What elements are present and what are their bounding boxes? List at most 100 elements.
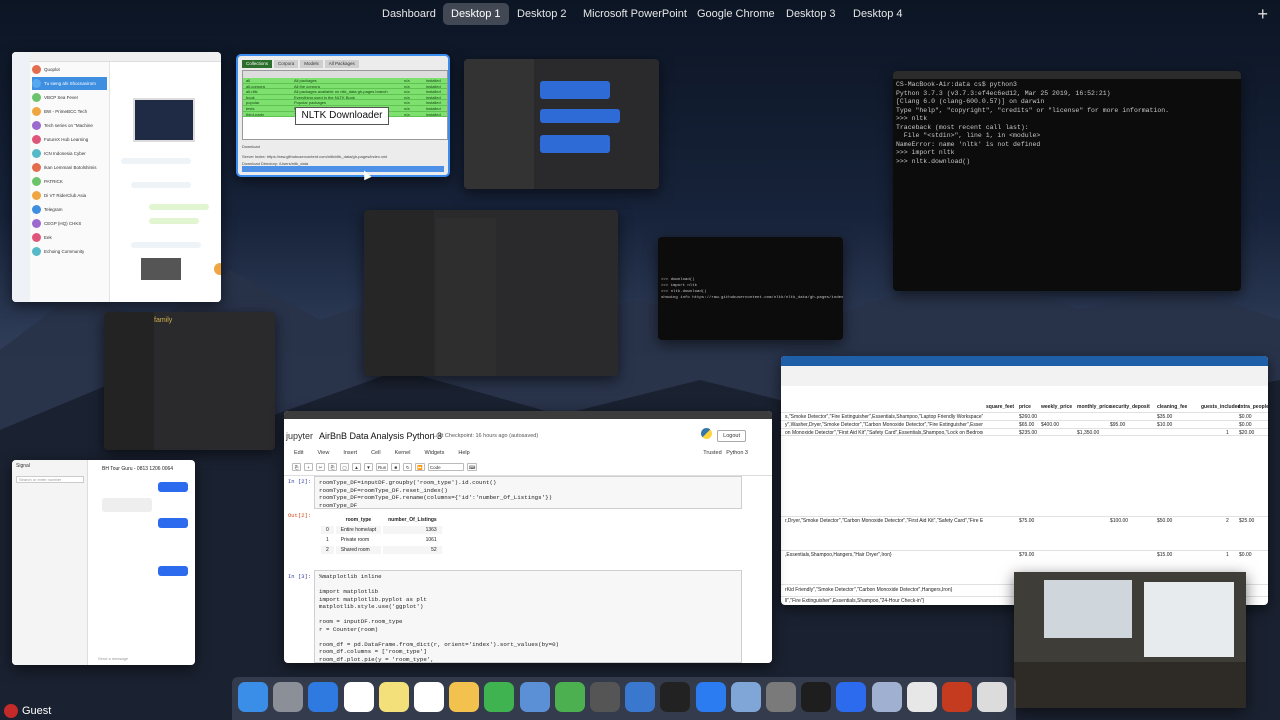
cell-type-select[interactable]: Code [427, 463, 464, 471]
safari-icon[interactable] [308, 682, 339, 712]
space-microsoft-powerpoint[interactable]: Microsoft PowerPoint [575, 3, 695, 25]
numbers-icon[interactable] [554, 682, 585, 712]
messages-icon[interactable] [484, 682, 515, 712]
table-cell[interactable]: $0.00 [1239, 414, 1252, 420]
list-item[interactable]: VBCP Sea Fever [32, 91, 107, 104]
list-item[interactable]: PATRICK [32, 175, 107, 188]
table-cell[interactable]: rKid Friendly","Smoke Detector","Carbon … [785, 587, 983, 593]
add-space-button[interactable]: + [1257, 5, 1268, 23]
table-cell[interactable]: 1 [1226, 552, 1229, 558]
add-cell-button[interactable]: + [304, 463, 313, 471]
launchpad-icon[interactable] [273, 682, 304, 712]
app-store-icon[interactable] [695, 682, 726, 712]
list-item[interactable]: Tech series on "Machine [32, 119, 107, 132]
menu-edit[interactable]: Edit [294, 450, 303, 456]
small-terminal-window[interactable]: >>> download() >>> import nltk >>> nltk.… [658, 237, 843, 340]
powerpoint-icon[interactable] [942, 682, 972, 712]
list-item[interactable]: Tu sieng ahi Shocnavirom [32, 77, 107, 90]
system-preferences-icon[interactable] [766, 682, 796, 712]
signal-search-input[interactable]: Search or enter number [16, 476, 84, 483]
column-header[interactable]: monthly_price [1077, 404, 1111, 410]
unknown-icon[interactable] [730, 682, 761, 712]
server-index-field[interactable]: Server Index: https://raw.githubusercont… [242, 154, 444, 160]
stop-button[interactable]: ■ [391, 463, 401, 471]
keynote-icon[interactable] [519, 682, 550, 712]
save-button[interactable]: ⎘ [292, 463, 301, 471]
menu-help[interactable]: Help [458, 450, 469, 456]
reminders-icon[interactable] [414, 682, 444, 712]
space-desktop-4[interactable]: Desktop 4 [845, 3, 911, 25]
download-button[interactable]: Download [242, 144, 444, 150]
table-cell[interactable]: on Monoxide Detector","First Aid Kit","S… [785, 430, 983, 436]
table-cell[interactable]: $0.00 [1239, 552, 1252, 558]
terminal-icon[interactable] [801, 682, 832, 712]
finder-icon[interactable] [238, 682, 268, 712]
nltk-package-table[interactable]: Identifier Name Size Status all All packa… [242, 70, 448, 140]
signal-window[interactable]: Signal Search or enter number BH Tour Gu… [12, 460, 195, 665]
table-cell[interactable]: $400.00 [1041, 422, 1059, 428]
column-header[interactable]: weekly_price [1041, 404, 1072, 410]
notes-icon[interactable] [378, 682, 409, 712]
tab-models[interactable]: Models [300, 60, 323, 68]
rocket-icon[interactable] [871, 682, 902, 712]
messages-window[interactable] [464, 59, 659, 189]
google-chrome-icon[interactable] [906, 682, 937, 712]
code-cell[interactable]: roomType_DF=inputDF.groupby('room_type')… [314, 476, 742, 509]
column-header[interactable]: price [1019, 404, 1031, 410]
list-item[interactable]: FutureX Hub Learning [32, 133, 107, 146]
list-item[interactable]: Telegram [32, 203, 107, 216]
family-notes-window[interactable]: family [104, 312, 275, 450]
table-cell[interactable]: $1,350.00 [1077, 430, 1099, 436]
signal-icon[interactable] [836, 682, 867, 712]
table-cell[interactable]: $75.00 [1019, 518, 1034, 524]
column-header[interactable]: square_feet [986, 404, 1014, 410]
calendar-icon[interactable] [343, 682, 374, 712]
space-desktop-1[interactable]: Desktop 1 [443, 3, 509, 25]
table-cell[interactable]: ,Essentials,Shampoo,Hangers,"Hair Dryer"… [785, 552, 983, 558]
run-button[interactable]: Run [376, 463, 389, 471]
menu-view[interactable]: View [317, 450, 329, 456]
table-cell[interactable]: $260.00 [1019, 414, 1037, 420]
cut-button[interactable]: ✂ [316, 463, 325, 471]
list-item[interactable]: Echoing Community [32, 245, 107, 258]
telegram-window[interactable]: Quoplot Tu sieng ahi Shocnavirom VBCP Se… [12, 52, 221, 302]
list-item[interactable]: Ikan Lemmani Botolshimis [32, 161, 107, 174]
table-cell[interactable]: ll","Fire Extinguisher",Essentials,Shamp… [785, 598, 983, 604]
guest-user[interactable]: Guest [0, 702, 51, 720]
documents-icon[interactable] [977, 682, 1008, 712]
list-item[interactable]: ICN Indonesia Cyber [32, 147, 107, 160]
table-cell[interactable]: $10.00 [1157, 422, 1172, 428]
column-header[interactable]: extra_people [1238, 404, 1268, 410]
jupyter-notebook-window[interactable]: jupyter AirBnB Data Analysis Python 3 La… [284, 411, 772, 663]
menu-insert[interactable]: Insert [343, 450, 357, 456]
move-down-button[interactable]: ▼ [364, 463, 373, 471]
list-item[interactable]: Di VT RiderClub Asia [32, 189, 107, 202]
menu-widgets[interactable]: Widgets [424, 450, 444, 456]
list-item[interactable]: Eek [32, 231, 107, 244]
code-cell[interactable]: %matplotlib inline import matplotlib imp… [314, 570, 742, 663]
table-cell[interactable]: 1 [1226, 430, 1229, 436]
column-header[interactable]: guests_included [1201, 404, 1240, 410]
table-cell[interactable]: s,"Smoke Detector","Fire Extinguisher",E… [785, 414, 983, 420]
space-desktop-2[interactable]: Desktop 2 [509, 3, 575, 25]
nltk-downloader-window[interactable]: Collections Corpora Models All Packages … [236, 54, 450, 177]
table-cell[interactable]: $0.00 [1239, 422, 1252, 428]
mission-control-icon[interactable] [590, 682, 620, 712]
python-terminal-window[interactable]: CS-MacBook-Air:data cs$ python3 Python 3… [893, 71, 1241, 291]
table-cell[interactable]: $50.00 [1157, 518, 1172, 524]
logout-button[interactable]: Logout [717, 430, 746, 442]
space-desktop-3[interactable]: Desktop 3 [778, 3, 844, 25]
table-cell[interactable]: $65.00 [1019, 422, 1034, 428]
table-cell[interactable]: r,Dryer,"Smoke Detector","Carbon Monoxid… [785, 518, 983, 524]
xcode-icon[interactable] [625, 682, 656, 712]
table-cell[interactable]: $35.00 [1157, 414, 1172, 420]
table-cell[interactable]: $20.00 [1239, 430, 1254, 436]
menu-cell[interactable]: Cell [371, 450, 380, 456]
table-cell[interactable]: $95.00 [1110, 422, 1125, 428]
column-header[interactable]: cleaning_fee [1157, 404, 1187, 410]
trusted-badge[interactable]: Trusted [703, 450, 721, 456]
table-cell[interactable]: 2 [1226, 518, 1229, 524]
keyboard-icon[interactable]: ⌨ [466, 463, 478, 471]
space-google-chrome[interactable]: Google Chrome [689, 3, 783, 25]
mail-window[interactable] [364, 210, 618, 376]
